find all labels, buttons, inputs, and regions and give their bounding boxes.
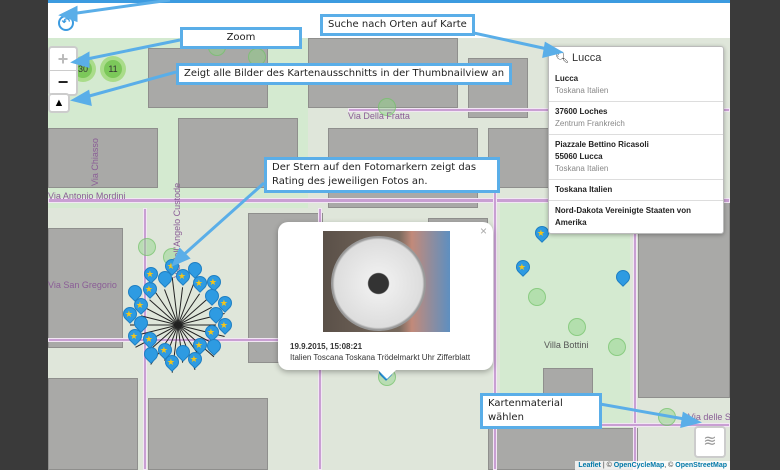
star-icon: ★ bbox=[167, 356, 176, 367]
search-result[interactable]: 37600 Loches Zentrum Frankreich bbox=[549, 102, 723, 135]
callout-star: Der Stern auf den Fotomarkern zeigt das … bbox=[264, 157, 500, 193]
star-icon: ★ bbox=[130, 331, 139, 342]
search-result[interactable]: Nord-Dakota Vereinigte Staaten von Ameri… bbox=[549, 201, 723, 233]
callout-layers: Kartenmaterial wählen bbox=[480, 393, 602, 429]
search-result[interactable]: Toskana Italien bbox=[549, 180, 723, 201]
photo-popup: × 19.9.2015, 15:08:21 Italien Toscana To… bbox=[278, 222, 493, 379]
star-icon: ★ bbox=[219, 320, 228, 331]
photo-date: 19.9.2015, 15:08:21 bbox=[290, 342, 363, 351]
star-icon: ★ bbox=[136, 299, 145, 310]
close-icon[interactable]: × bbox=[480, 224, 487, 238]
callout-thumbnail: Zeigt alle Bilder des Kartenausschnitts … bbox=[176, 63, 513, 85]
photo-tags: Italien Toscana Toskana Trödelmarkt Uhr … bbox=[290, 353, 471, 362]
star-icon: ★ bbox=[159, 344, 168, 355]
search-box: 🔍︎ Lucca Lucca Toskana Italien 37600 Loch… bbox=[548, 46, 724, 234]
star-icon: ★ bbox=[124, 308, 134, 319]
star-icon: ★ bbox=[145, 269, 154, 280]
search-input[interactable]: 🔍︎ Lucca bbox=[549, 47, 723, 69]
star-icon: ★ bbox=[177, 271, 186, 282]
callout-search: Suche nach Orten auf Karte bbox=[320, 14, 475, 36]
star-icon: ★ bbox=[206, 326, 215, 337]
search-icon: 🔍︎ bbox=[555, 52, 569, 64]
callout-zoom: Zoom bbox=[180, 27, 302, 49]
search-result[interactable]: Piazzale Bettino Ricasoli 55060 Lucca Tosk… bbox=[549, 135, 723, 180]
star-icon: ★ bbox=[144, 283, 153, 294]
star-icon: ★ bbox=[194, 340, 203, 351]
star-icon: ★ bbox=[208, 276, 217, 287]
star-icon: ★ bbox=[144, 334, 153, 345]
star-icon: ★ bbox=[536, 227, 546, 238]
search-result[interactable]: Lucca Toskana Italien bbox=[549, 69, 723, 102]
undo-icon[interactable]: ↶ bbox=[58, 15, 74, 31]
star-icon: ★ bbox=[189, 353, 199, 364]
star-icon: ★ bbox=[219, 297, 228, 308]
star-icon: ★ bbox=[517, 261, 527, 272]
star-icon: ★ bbox=[194, 277, 203, 288]
star-icon: ★ bbox=[167, 261, 176, 272]
photo-thumbnail[interactable] bbox=[323, 231, 450, 332]
